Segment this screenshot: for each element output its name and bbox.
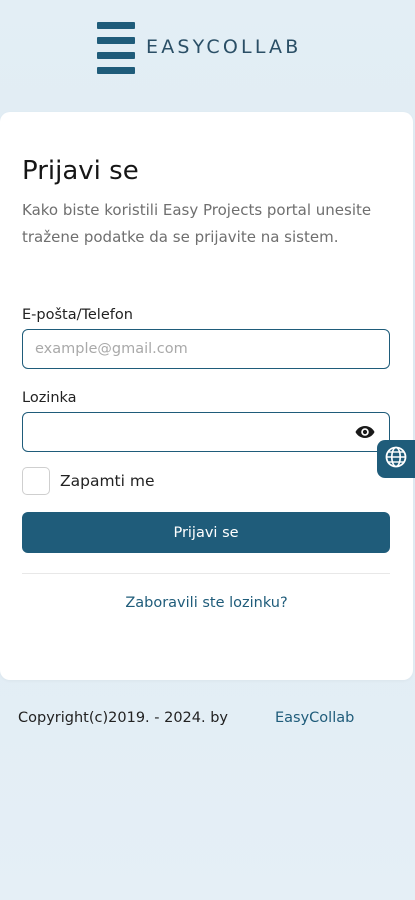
page-title: Prijavi se — [22, 156, 139, 186]
eye-icon[interactable] — [354, 424, 376, 440]
divider — [22, 573, 390, 574]
copyright-text: Copyright(c)2019. - 2024. by — [18, 710, 229, 726]
remember-me-checkbox[interactable] — [22, 467, 50, 495]
footer-brand-link[interactable]: EasyCollab — [275, 710, 354, 726]
language-switcher-button[interactable] — [377, 440, 415, 478]
logo-icon — [97, 22, 135, 74]
globe-icon — [384, 445, 408, 473]
email-label: E-pošta/Telefon — [22, 307, 133, 323]
email-field[interactable] — [22, 329, 390, 369]
password-field[interactable] — [22, 412, 390, 452]
login-description: Kako biste koristili Easy Projects porta… — [22, 201, 372, 246]
login-button[interactable]: Prijavi se — [22, 512, 390, 553]
forgot-password-link[interactable]: Zaboravili ste lozinku? — [0, 595, 413, 611]
brand-logo-text: EASYCOLLAB — [146, 36, 302, 58]
password-label: Lozinka — [22, 390, 77, 406]
remember-me-label[interactable]: Zapamti me — [60, 472, 155, 490]
header: EASYCOLLAB — [0, 0, 415, 96]
